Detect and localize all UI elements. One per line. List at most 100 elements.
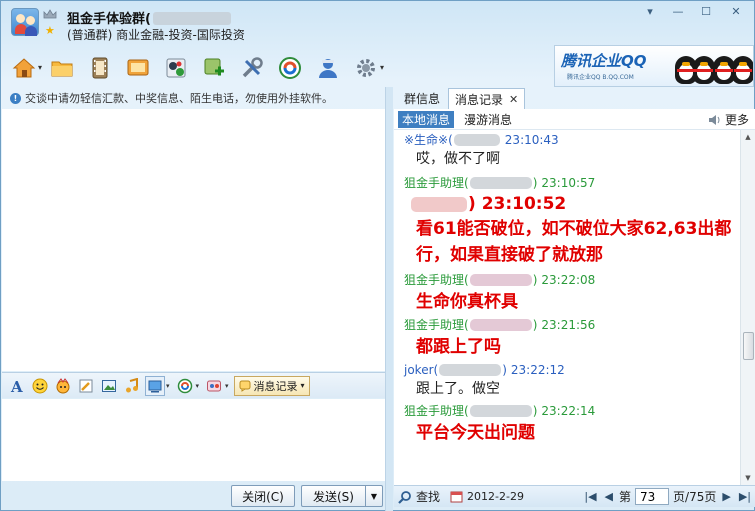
send-button-group: 发送(S) ▼ — [301, 485, 383, 507]
image-button[interactable] — [99, 376, 119, 396]
close-button[interactable]: 关闭(C) — [231, 485, 295, 507]
masked-id — [411, 196, 467, 212]
minimize-button[interactable]: — — [664, 2, 692, 20]
group-apps-button[interactable] — [159, 52, 193, 84]
maximize-button[interactable]: ☐ — [692, 2, 720, 20]
gear-icon — [357, 59, 375, 77]
group-settings-button[interactable] — [235, 52, 269, 84]
date-picker[interactable]: 2012-2-29 — [450, 490, 524, 503]
list-item: 狙金手助理( ) 23:10:57 ) 23:10:52 看61能否破位，如不破… — [394, 173, 740, 268]
tab-roaming-messages[interactable]: 漫游消息 — [460, 111, 516, 128]
message-header: joker( ) 23:22:12 — [394, 360, 740, 379]
message-input[interactable] — [2, 399, 385, 481]
film-icon — [92, 57, 108, 79]
music-icon — [126, 377, 138, 392]
page-number-input[interactable] — [635, 488, 670, 505]
magic-emoticon-button[interactable] — [53, 376, 73, 396]
send-button[interactable]: 发送(S) — [301, 485, 365, 507]
close-tab-icon[interactable]: ✕ — [509, 93, 518, 106]
sender-name[interactable]: ※生命※( — [404, 131, 453, 148]
tab-group-info-label: 群信息 — [404, 92, 441, 106]
message-record-button[interactable]: 消息记录 ▾ — [233, 375, 310, 396]
more-tools-dropdown-arrow[interactable]: ▾ — [225, 382, 229, 390]
group-home-button[interactable]: ▾ — [7, 52, 42, 84]
message-time: 23:22:12 — [510, 362, 565, 377]
list-item: joker( ) 23:22:12 跟上了。做空 — [394, 360, 740, 399]
quoted-time-text: ) 23:10:52 — [468, 194, 567, 214]
tab-group-info[interactable]: 群信息 — [398, 88, 446, 109]
qq-group-chat-window: ★ 狙金手体验群( (普通群) 商业金融-投资-国际投资 ▾ — ☐ ✕ ▾ ▾… — [0, 0, 755, 511]
list-item: 狙金手助理( ) 23:22:08 生命你真杯具 — [394, 270, 740, 315]
screenshot-button[interactable] — [145, 375, 165, 396]
ad-sub-text: 腾讯企业QQ B.QQ.COM — [567, 74, 634, 81]
next-page-button[interactable]: ▶ — [720, 490, 732, 503]
menu-dropdown-button[interactable]: ▾ — [636, 2, 664, 20]
doodle-button[interactable] — [76, 376, 96, 396]
group-profile-button[interactable] — [311, 52, 345, 84]
more-options-button[interactable]: 更多 — [708, 111, 749, 128]
shield-info-icon: ! — [10, 92, 21, 104]
prev-page-button[interactable]: ◀ — [603, 490, 615, 503]
group-share-button[interactable] — [45, 52, 79, 84]
sender-name[interactable]: 狙金手助理( — [404, 174, 469, 191]
smiley-icon — [32, 378, 48, 393]
sender-name[interactable]: 狙金手助理( — [404, 402, 469, 419]
title-bar[interactable]: ★ 狙金手体验群( (普通群) 商业金融-投资-国际投资 ▾ — ☐ ✕ — [1, 1, 755, 45]
screenshot-dropdown-arrow[interactable]: ▾ — [166, 382, 170, 390]
font-button[interactable]: A — [7, 376, 27, 396]
group-album-button[interactable] — [83, 52, 117, 84]
group-add-button[interactable] — [197, 52, 231, 84]
message-text: 平台今天出问题 — [416, 423, 535, 443]
group-avatar[interactable] — [11, 8, 39, 36]
list-item: ※生命※( 23:10:43 哎，做不了啊 — [394, 130, 740, 169]
tab-message-record[interactable]: 消息记录 ✕ — [448, 88, 526, 109]
sender-name-tail: ) — [532, 403, 538, 418]
message-header: 狙金手助理( ) 23:21:56 — [394, 315, 740, 334]
chat-history-area[interactable] — [2, 109, 385, 371]
soso-button[interactable] — [273, 52, 307, 84]
search-button[interactable]: 查找 — [398, 488, 440, 505]
close-window-button[interactable]: ✕ — [720, 2, 752, 20]
message-text: 跟上了。做空 — [416, 381, 500, 397]
security-notice-text: 交谈中请勿轻信汇款、中奖信息、陌生电话，勿使用外挂软件。 — [25, 92, 333, 105]
message-scrollbar[interactable]: ▲ ▼ — [740, 130, 755, 485]
sender-name[interactable]: 狙金手助理( — [404, 316, 469, 333]
sender-name[interactable]: joker( — [404, 363, 438, 377]
sender-name-tail: ) — [502, 362, 507, 377]
more-label: 更多 — [724, 113, 749, 127]
penguin-icon — [732, 56, 753, 84]
group-more-button[interactable]: ▾ — [349, 52, 384, 84]
first-page-button[interactable]: |◀ — [582, 490, 598, 503]
message-header: 狙金手助理( ) 23:10:57 — [394, 173, 740, 192]
soso-small-icon — [177, 378, 192, 393]
enterprise-qq-ad-banner[interactable]: 腾讯企业QQ 腾讯企业QQ B.QQ.COM — [554, 45, 754, 87]
scroll-up-arrow[interactable]: ▲ — [741, 130, 755, 144]
soso-expression-button[interactable] — [175, 376, 195, 396]
emoticon-button[interactable] — [30, 376, 50, 396]
list-item: 狙金手助理( ) 23:22:14 平台今天出问题 — [394, 401, 740, 446]
soso-dropdown-arrow[interactable]: ▾ — [196, 382, 200, 390]
last-page-button[interactable]: ▶| — [737, 490, 753, 503]
page-suffix: 页/75页 — [673, 490, 717, 504]
masked-id — [453, 133, 500, 146]
scroll-down-arrow[interactable]: ▼ — [741, 471, 755, 485]
record-subtabs: 本地消息 漫游消息 更多 — [394, 109, 755, 130]
scroll-thumb[interactable] — [743, 332, 754, 360]
tab-local-messages[interactable]: 本地消息 — [398, 110, 455, 128]
sender-name[interactable]: 狙金手助理( — [404, 271, 469, 288]
sender-name-tail: ) — [532, 317, 538, 332]
music-button[interactable] — [122, 376, 142, 396]
tools-icon — [242, 57, 263, 78]
send-bar: 关闭(C) 发送(S) ▼ — [2, 481, 385, 511]
send-options-dropdown[interactable]: ▼ — [365, 485, 383, 507]
record-footer: 查找 2012-2-29 |◀ ◀ 第 页/75页 ▶ ▶| — [394, 485, 755, 507]
window-subtitle: (普通群) 商业金融-投资-国际投资 — [67, 28, 245, 42]
masked-id — [469, 404, 532, 417]
group-video-button[interactable] — [121, 52, 155, 84]
pane-splitter[interactable] — [385, 87, 393, 511]
more-tools-button[interactable] — [204, 376, 224, 396]
message-list[interactable]: ※生命※( 23:10:43 哎，做不了啊 狙金手助理( ) 23:10:57 … — [394, 130, 740, 485]
masked-id — [469, 273, 532, 286]
magic-face-icon — [56, 377, 70, 393]
message-header: ※生命※( 23:10:43 — [394, 130, 740, 149]
